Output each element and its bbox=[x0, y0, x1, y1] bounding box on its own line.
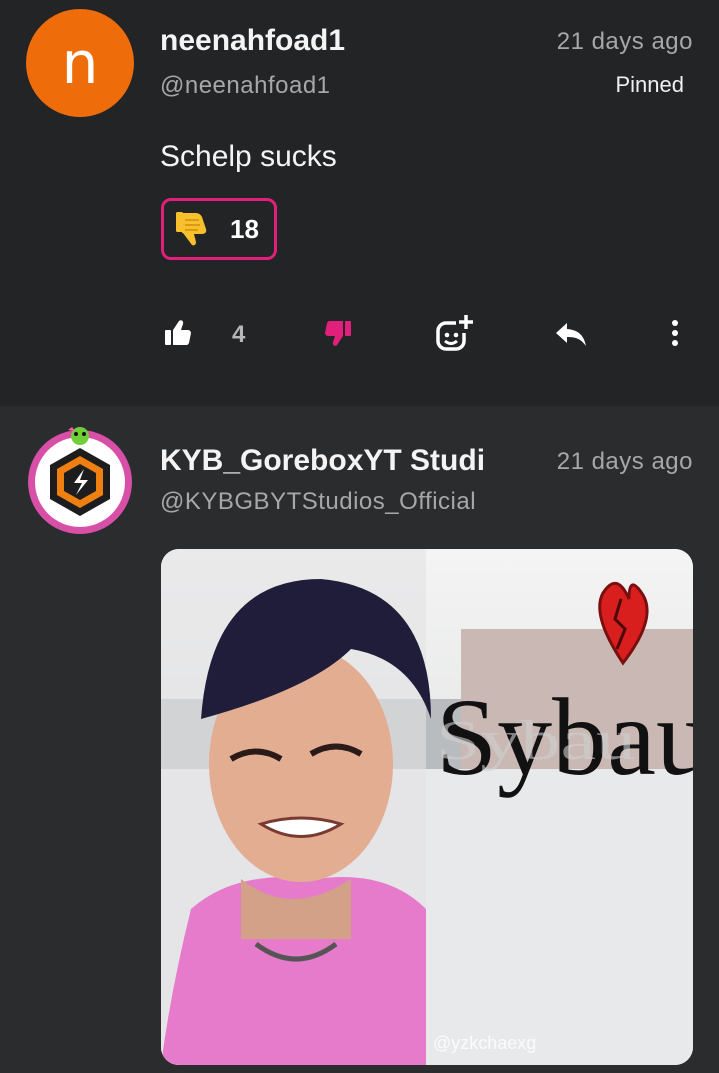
reaction-count: 18 bbox=[230, 213, 259, 244]
like-count: 4 bbox=[232, 321, 246, 348]
avatar-letter: n bbox=[61, 29, 99, 97]
comment-username[interactable]: KYB_GoreboxYT Studi bbox=[160, 444, 512, 478]
reply-button[interactable] bbox=[553, 305, 589, 365]
reaction-chip[interactable]: 18 bbox=[161, 198, 277, 260]
comment-actions: 4 bbox=[0, 305, 719, 365]
like-button[interactable] bbox=[162, 305, 194, 365]
thumbs-down-icon bbox=[322, 317, 354, 354]
dislike-button[interactable] bbox=[322, 305, 354, 365]
pinned-label: Pinned bbox=[615, 72, 684, 97]
comment-handle[interactable]: @neenahfoad1 bbox=[160, 72, 331, 100]
comment-handle[interactable]: @KYBGBYTStudios_Official bbox=[160, 488, 512, 516]
more-options-button[interactable] bbox=[668, 305, 682, 365]
comment-card: KYB_GoreboxYT Studi 21 days ago @KYBGBYT… bbox=[0, 406, 719, 1073]
comment-card: n neenahfoad1 21 days ago @neenahfoad1 P… bbox=[0, 0, 719, 406]
avatar[interactable] bbox=[24, 422, 136, 534]
add-reaction-icon bbox=[434, 313, 474, 358]
thumbs-down-emoji-icon bbox=[174, 207, 214, 252]
reply-icon bbox=[553, 317, 589, 354]
studio-logo-icon bbox=[28, 427, 132, 534]
comment-timestamp: 21 days ago bbox=[556, 448, 693, 475]
comment-image[interactable]: Sybau Sybau @yzkchaexg bbox=[161, 549, 693, 1065]
meme-reflection: Sybau bbox=[436, 709, 636, 771]
avatar[interactable]: n bbox=[26, 9, 134, 117]
meme-image: Sybau Sybau @yzkchaexg bbox=[161, 549, 693, 1065]
image-watermark: @yzkchaexg bbox=[433, 1033, 536, 1053]
more-vertical-icon bbox=[668, 317, 682, 354]
comment-username[interactable]: neenahfoad1 bbox=[160, 24, 345, 58]
comment-timestamp: 21 days ago bbox=[556, 28, 693, 55]
comment-text: Schelp sucks bbox=[160, 140, 337, 173]
thumbs-up-icon bbox=[162, 317, 194, 354]
add-reaction-button[interactable] bbox=[434, 305, 474, 365]
